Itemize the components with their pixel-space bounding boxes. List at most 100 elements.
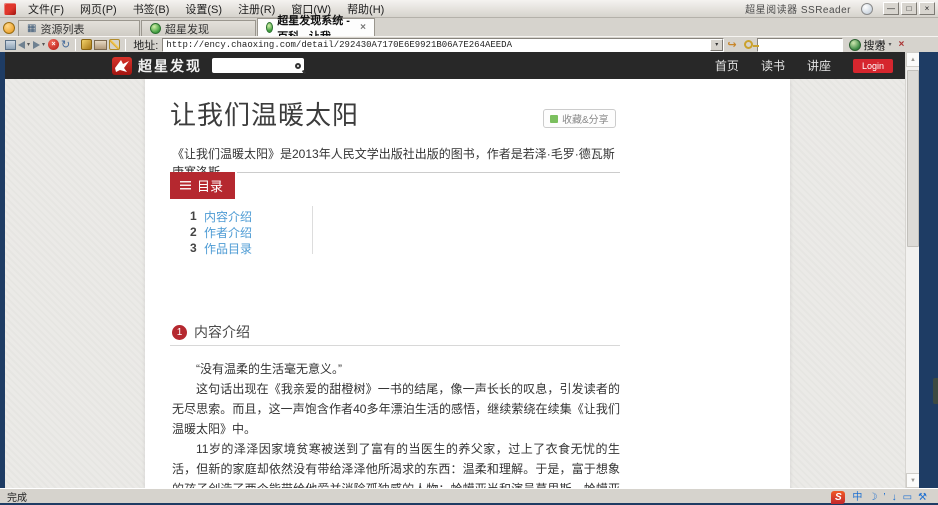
ime-punctuation-icon[interactable]: ’: [883, 491, 885, 504]
menu-register[interactable]: 注册(R): [230, 0, 283, 18]
globe-icon: [266, 22, 273, 33]
toc-item-2: 2 作者介绍: [190, 224, 252, 240]
nav-lecture[interactable]: 讲座: [807, 57, 831, 74]
scrollbar-thumb[interactable]: [907, 70, 919, 247]
brand-title[interactable]: 超星发现: [138, 56, 202, 76]
address-dropdown-icon[interactable]: ▾: [710, 39, 723, 51]
print-icon[interactable]: [94, 40, 107, 50]
sogou-logo-icon[interactable]: S: [831, 491, 845, 504]
collect-icon: [550, 115, 558, 123]
tab-chaoxing-discover[interactable]: 超星发现: [141, 20, 256, 36]
home-icon[interactable]: [5, 40, 16, 50]
site-header: 超星发现 首页 读书 讲座 Login: [5, 52, 905, 79]
toc-divider: [312, 206, 313, 254]
tab-label: 超星发现: [165, 21, 209, 37]
ime-lang-icon[interactable]: 中: [852, 491, 862, 504]
tab-label: 资源列表: [40, 21, 84, 37]
browser-viewport: 超星发现 首页 读书 讲座 Login 让我们温暖太阳 收藏&分享 《让我们温暖…: [5, 52, 919, 488]
menu-file[interactable]: 文件(F): [20, 0, 72, 18]
search-dropdown-icon[interactable]: ▾: [889, 41, 892, 48]
go-icon[interactable]: ↪: [727, 38, 736, 51]
maximize-button[interactable]: □: [901, 2, 917, 15]
vertical-scrollbar[interactable]: ▲ ▼: [905, 52, 919, 488]
toc-item-1: 1 内容介绍: [190, 208, 252, 224]
refresh-button[interactable]: ↻: [61, 38, 70, 51]
status-bar: 完成: [0, 488, 938, 503]
paragraph: 这句话出现在《我亲爱的甜橙树》一书的结尾，像一声长长的叹息，引发读者的无尽思索。…: [172, 379, 620, 439]
scroll-up-arrow[interactable]: ▲: [906, 52, 919, 67]
key-icon[interactable]: [744, 40, 753, 49]
address-input[interactable]: [163, 40, 710, 50]
title-bar: 文件(F) 网页(P) 书签(B) 设置(S) 注册(R) 窗口(W) 帮助(H…: [0, 0, 938, 18]
toolbar-divider: [125, 39, 126, 51]
navigation-toolbar: ▾ ▾ × ↻ 地址: ▾ ↪ ▾ 搜索 ▾ ×: [0, 36, 938, 52]
paragraph: 11岁的泽泽因家境贫寒被送到了富有的当医生的养父家，过上了衣食无忧的生活，但新的…: [172, 439, 620, 488]
status-text: 完成: [7, 489, 27, 504]
brush-icon[interactable]: [109, 39, 120, 50]
collect-share-label: 收藏&分享: [562, 111, 609, 126]
scroll-down-arrow[interactable]: ▼: [906, 473, 919, 488]
history-clock-icon[interactable]: [3, 22, 15, 34]
skin-button[interactable]: [861, 3, 873, 15]
address-bar: ▾: [162, 38, 724, 52]
stop-button[interactable]: ×: [48, 39, 59, 50]
back-dropdown-icon[interactable]: ▾: [27, 38, 30, 51]
minimize-button[interactable]: —: [883, 2, 899, 15]
menu-page[interactable]: 网页(P): [72, 0, 125, 18]
toolbar-close-icon[interactable]: ×: [899, 39, 905, 50]
window-title: 超星阅读器 SSReader: [745, 1, 851, 16]
toc-header: 目录: [145, 172, 790, 197]
tab-encyclopedia-active[interactable]: 超星发现系统 - 百科 - 让我 ×: [257, 18, 375, 36]
list-icon: [180, 181, 191, 190]
collect-share-button[interactable]: 收藏&分享: [543, 109, 616, 128]
toc-item-3: 3 作品目录: [190, 240, 252, 256]
menu-bookmarks[interactable]: 书签(B): [125, 0, 178, 18]
chaoxing-logo-icon[interactable]: [112, 57, 132, 75]
nav-home[interactable]: 首页: [715, 57, 739, 74]
quick-search-box: ▾: [757, 38, 843, 52]
section-number-badge: 1: [172, 325, 187, 340]
favorites-icon[interactable]: [81, 39, 92, 50]
site-search-input[interactable]: [215, 61, 295, 71]
section-rule: [170, 345, 620, 346]
toc-rule: [237, 172, 620, 173]
nav-read[interactable]: 读书: [761, 57, 785, 74]
ime-toolbox-icon[interactable]: ⚒: [918, 491, 927, 504]
toc-link-work-catalog[interactable]: 作品目录: [204, 240, 252, 257]
address-label: 地址:: [133, 37, 158, 53]
page-title: 让我们温暖太阳: [170, 95, 359, 132]
site-nav: 首页 读书 讲座 Login: [715, 57, 905, 74]
login-button[interactable]: Login: [853, 59, 893, 73]
toc-number: 2: [190, 225, 204, 239]
forward-button[interactable]: [33, 41, 40, 49]
ime-keyboard-icon[interactable]: ▭: [903, 491, 912, 504]
search-icon[interactable]: [295, 63, 301, 69]
tab-resource-list[interactable]: ▦ 资源列表: [18, 20, 140, 36]
web-search-globe-icon[interactable]: [849, 39, 861, 51]
ime-input-mode-icon[interactable]: ↓: [892, 491, 897, 504]
toc-title: 目录: [197, 176, 223, 195]
paragraph: “没有温柔的生活毫无意义。”: [172, 359, 620, 379]
sogou-ime-bar: S 中 ☽ ’ ↓ ▭ ⚒: [831, 490, 930, 504]
resource-list-icon: ▦: [27, 23, 36, 34]
search-button[interactable]: 搜索: [864, 37, 886, 53]
tab-close-icon[interactable]: ×: [360, 22, 366, 33]
side-handle: [933, 378, 938, 404]
ime-fullwidth-icon[interactable]: ☽: [868, 491, 877, 504]
toc-link-author-intro[interactable]: 作者介绍: [204, 224, 252, 241]
app-icon: [4, 3, 16, 15]
globe-icon: [150, 23, 161, 34]
menu-settings[interactable]: 设置(S): [177, 0, 230, 18]
section-body: “没有温柔的生活毫无意义。” 这句话出现在《我亲爱的甜橙树》一书的结尾，像一声长…: [172, 359, 620, 488]
close-button[interactable]: ×: [919, 2, 935, 15]
site-search-box: [212, 58, 304, 73]
back-button[interactable]: [18, 41, 25, 49]
toc-list: 1 内容介绍 2 作者介绍 3 作品目录: [190, 208, 252, 256]
toc-button[interactable]: 目录: [170, 172, 235, 199]
toc-number: 1: [190, 209, 204, 223]
article-page: 让我们温暖太阳 收藏&分享 《让我们温暖太阳》是2013年人民文学出版社出版的图…: [145, 79, 790, 488]
section-title: 内容介绍: [194, 322, 250, 342]
toc-link-content-intro[interactable]: 内容介绍: [204, 208, 252, 225]
forward-dropdown-icon[interactable]: ▾: [42, 38, 45, 51]
toolbar-divider: [75, 39, 76, 51]
